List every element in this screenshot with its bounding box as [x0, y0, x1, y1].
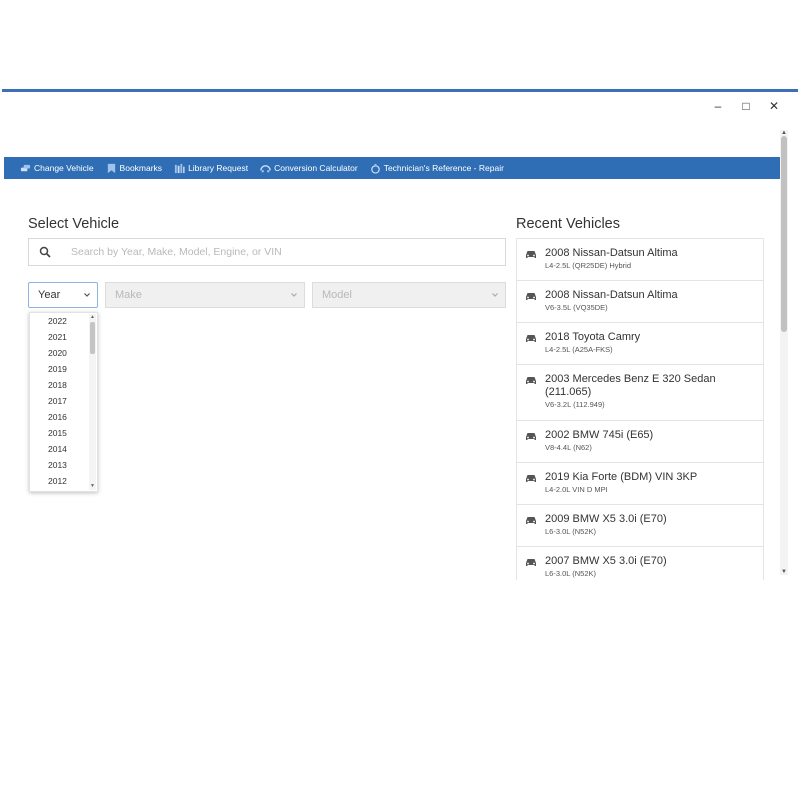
car-icon [526, 251, 536, 258]
top-nav-bar: Change Vehicle Bookmarks Library Request… [4, 157, 780, 179]
make-select[interactable]: Make [105, 282, 305, 308]
car-icon [526, 377, 536, 384]
recent-vehicles-title: Recent Vehicles [516, 216, 620, 232]
recent-vehicle-name: 2018 Toyota Camry [545, 331, 641, 343]
recent-vehicle-item[interactable]: 2009 BMW X5 3.0i (E70) L6-3.0L (N52K) [516, 504, 764, 546]
car-icon [526, 475, 536, 482]
recent-vehicles-list: 2008 Nissan-Datsun Altima L4-2.5L (QR25D… [516, 238, 764, 580]
recent-vehicle-name: 2019 Kia Forte (BDM) VIN 3KP [545, 471, 698, 483]
nav-technicians-reference[interactable]: Technician's Reference - Repair [370, 163, 504, 174]
recent-vehicle-engine: L6-3.0L (N52K) [545, 527, 596, 536]
scroll-down-arrow-icon[interactable]: ▼ [89, 484, 96, 489]
year-option[interactable]: 2017 [30, 393, 97, 409]
maximize-button[interactable]: □ [732, 96, 760, 116]
vehicle-search-input[interactable] [69, 245, 473, 259]
year-option[interactable]: 2018 [30, 377, 97, 393]
recent-vehicle-name: 2003 Mercedes Benz E 320 Sedan (211.065) [545, 373, 716, 398]
select-vehicle-title: Select Vehicle [28, 216, 120, 232]
recent-vehicle-name: 2002 BMW 745i (E65) [545, 429, 654, 441]
recent-vehicle-item[interactable]: 2019 Kia Forte (BDM) VIN 3KP L4-2.0L VIN… [516, 462, 764, 504]
recent-vehicle-name: 2008 Nissan-Datsun Altima [545, 289, 678, 301]
year-select-label: Year [38, 289, 61, 301]
year-option[interactable]: 2013 [30, 457, 97, 473]
search-icon [39, 246, 51, 258]
app-window: – □ ✕ Change Vehicle Bookmarks Library R… [2, 89, 798, 580]
car-icon [526, 559, 536, 566]
recent-vehicle-engine: L4-2.0L VIN D MPI [545, 485, 608, 494]
car-icon [526, 517, 536, 524]
year-option[interactable]: 2012 [30, 473, 97, 489]
recent-vehicle-item[interactable]: 2003 Mercedes Benz E 320 Sedan (211.065)… [516, 364, 764, 420]
recent-vehicle-engine: L6-3.0L (N52K) [545, 569, 596, 578]
car-icon [526, 293, 536, 300]
year-option[interactable]: 2020 [30, 345, 97, 361]
recent-vehicle-item[interactable]: 2002 BMW 745i (E65) V8-4.4L (N62) [516, 420, 764, 462]
year-dropdown-list: 2022 2021 2020 2019 2018 2017 2016 2015 … [29, 312, 98, 492]
recent-vehicle-engine: L4-2.5L (A25A-FKS) [545, 345, 613, 354]
year-select[interactable]: Year [28, 282, 98, 308]
calculator-icon [260, 164, 271, 172]
recent-vehicle-engine: V6-3.5L (VQ35DE) [545, 303, 608, 312]
recent-vehicle-item[interactable]: 2018 Toyota Camry L4-2.5L (A25A-FKS) [516, 322, 764, 364]
recent-vehicle-engine: L4-2.5L (QR25DE) Hybrid [545, 261, 632, 270]
car-icon [526, 433, 536, 440]
year-dropdown-scroll-thumb[interactable] [90, 322, 95, 354]
model-select[interactable]: Model [312, 282, 506, 308]
nav-conversion-calculator-label: Conversion Calculator [274, 163, 358, 173]
nav-change-vehicle[interactable]: Change Vehicle [20, 163, 94, 174]
bookmark-icon [107, 163, 115, 173]
nav-conversion-calculator[interactable]: Conversion Calculator [260, 163, 358, 174]
chevron-down-icon [492, 293, 498, 297]
recent-vehicle-engine: V6-3.2L (112.949) [545, 400, 605, 409]
recent-vehicle-name: 2008 Nissan-Datsun Altima [545, 247, 678, 259]
year-option[interactable]: 2022 [30, 313, 97, 329]
nav-bookmarks[interactable]: Bookmarks [106, 163, 163, 174]
window-scrollbar[interactable]: ▲ ▼ [780, 130, 788, 575]
window-controls: – □ ✕ [704, 96, 788, 116]
model-select-label: Model [322, 289, 352, 301]
recent-vehicle-name: 2007 BMW X5 3.0i (E70) [545, 555, 667, 567]
recent-vehicle-item[interactable]: 2007 BMW X5 3.0i (E70) L6-3.0L (N52K) [516, 546, 764, 580]
car-swap-icon [20, 164, 31, 171]
nav-library-request-label: Library Request [188, 163, 249, 173]
recent-vehicle-engine: V8-4.4L (N62) [545, 443, 592, 452]
recent-vehicle-item[interactable]: 2008 Nissan-Datsun Altima V6-3.5L (VQ35D… [516, 280, 764, 322]
nav-change-vehicle-label: Change Vehicle [34, 163, 94, 173]
library-icon [174, 163, 185, 173]
recent-vehicle-item[interactable]: 2008 Nissan-Datsun Altima L4-2.5L (QR25D… [516, 238, 764, 280]
car-icon [526, 335, 536, 342]
scroll-up-arrow-icon[interactable]: ▲ [89, 315, 96, 320]
make-select-label: Make [115, 289, 142, 301]
vehicle-search-box[interactable] [28, 238, 506, 266]
minimize-button[interactable]: – [704, 96, 732, 116]
chevron-down-icon [291, 293, 297, 297]
scrollbar-thumb[interactable] [781, 136, 787, 332]
year-option[interactable]: 2015 [30, 425, 97, 441]
year-option[interactable]: 2016 [30, 409, 97, 425]
year-option[interactable]: 2021 [30, 329, 97, 345]
scroll-down-arrow-icon[interactable]: ▼ [780, 569, 788, 575]
nav-technicians-reference-label: Technician's Reference - Repair [383, 163, 504, 173]
chevron-down-icon [84, 293, 90, 297]
year-dropdown-scrollbar[interactable]: ▲ ▼ [89, 314, 96, 490]
nav-library-request[interactable]: Library Request [174, 163, 248, 174]
year-option[interactable]: 2014 [30, 441, 97, 457]
technician-icon [370, 163, 380, 174]
recent-vehicle-name: 2009 BMW X5 3.0i (E70) [545, 513, 667, 525]
year-option[interactable]: 2019 [30, 361, 97, 377]
nav-bookmarks-label: Bookmarks [119, 163, 163, 173]
close-button[interactable]: ✕ [760, 96, 788, 116]
